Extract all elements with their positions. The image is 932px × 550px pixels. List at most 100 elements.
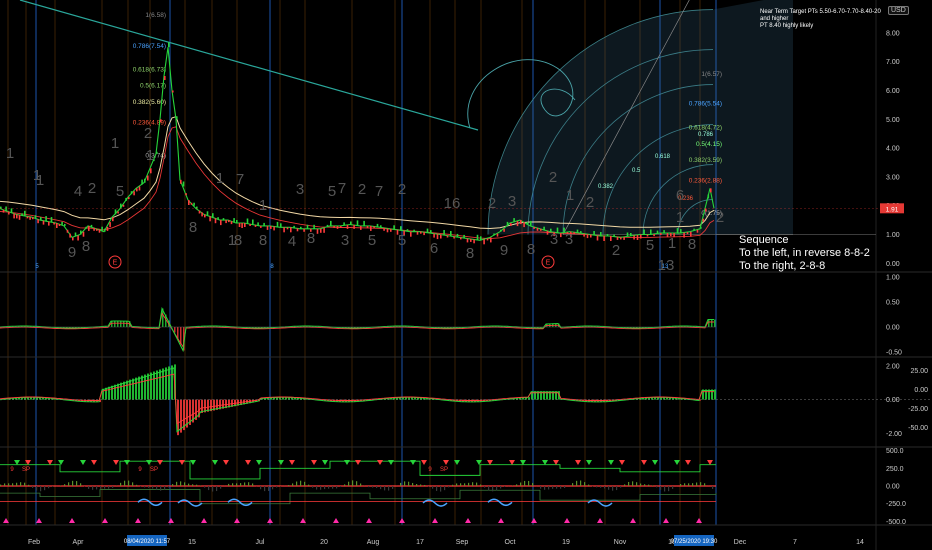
- signal-histogram-bar: [480, 484, 482, 486]
- signal-triangle: [399, 518, 405, 523]
- signal-histogram-bar: [552, 486, 554, 489]
- wave-count-label: 3: [296, 181, 304, 198]
- price-candle: [326, 224, 329, 227]
- macd-histogram-bar: [105, 387, 107, 400]
- wave-count-label: 3: [550, 231, 558, 248]
- price-candle: [583, 233, 585, 237]
- price-candle: [120, 203, 122, 209]
- price-candle: [8, 211, 10, 215]
- macd-histogram-bar: [156, 370, 158, 400]
- price-candle: [463, 234, 465, 238]
- signal-histogram-bar: [652, 485, 654, 486]
- price-candle: [204, 214, 206, 218]
- signal-histogram-bar: [400, 482, 402, 486]
- price-candle: [300, 226, 302, 229]
- price-candle: [346, 224, 349, 229]
- price-candle: [249, 224, 251, 226]
- signal-histogram-bar: [424, 484, 426, 486]
- price-candle: [53, 222, 55, 225]
- signal-histogram-bar: [36, 486, 38, 491]
- price-candle: [663, 230, 665, 234]
- signal-triangle: [179, 460, 185, 465]
- signal-triangle: [289, 460, 295, 465]
- wave-count-label: 8: [189, 219, 197, 236]
- price-candle: [106, 226, 109, 231]
- wave-count-label: 1: [259, 197, 267, 214]
- price-candle: [543, 226, 545, 230]
- annotation-line: PT 8.40 highly likely: [760, 23, 814, 29]
- signal-histogram-bar: [644, 484, 646, 486]
- signal-triangle: [553, 460, 559, 465]
- signal-histogram-bar: [160, 486, 162, 491]
- wave-count-label: 2: [488, 195, 496, 212]
- price-candle: [293, 225, 295, 228]
- signal-histogram-bar: [640, 483, 642, 486]
- signal-histogram-bar: [440, 486, 442, 492]
- signal-histogram-bar: [680, 484, 682, 486]
- event-marker-label: E: [113, 260, 118, 267]
- signal-histogram-bar: [616, 486, 618, 491]
- signal-triangle: [586, 460, 592, 465]
- signal-triangle: [520, 460, 526, 465]
- price-candle: [144, 178, 146, 183]
- price-candle: [241, 223, 243, 228]
- fan-level-label: 0.786: [698, 132, 714, 138]
- price-candle: [266, 225, 269, 230]
- price-candle: [222, 218, 225, 221]
- signal-histogram-bar: [124, 480, 126, 486]
- price-candle: [410, 231, 412, 237]
- price-candle: [72, 237, 74, 241]
- signal-histogram-bar: [276, 486, 278, 488]
- wave-count-label: 6: [430, 240, 438, 257]
- price-candle: [705, 208, 707, 212]
- signal-triangle: [245, 460, 251, 465]
- signal-triangle: [234, 518, 240, 523]
- price-candle: [303, 228, 305, 232]
- price-candle: [66, 229, 69, 233]
- wave-count-label: 2: [144, 125, 152, 142]
- signal-histogram-bar: [476, 482, 478, 486]
- price-candle: [702, 218, 705, 222]
- macd-histogram-bar: [165, 367, 167, 400]
- signal-triangle: [135, 518, 141, 523]
- fib-level-label-right: 0.5(4.15): [696, 141, 722, 148]
- price-candle: [254, 224, 257, 227]
- signal-histogram-bar: [204, 486, 206, 488]
- price-candle: [510, 223, 512, 226]
- price-candle: [156, 151, 158, 154]
- annotation-line: To the right, 2-8-8: [739, 260, 826, 272]
- price-candle: [273, 226, 275, 231]
- macd-histogram-bar: [714, 389, 716, 400]
- signal-histogram-bar: [140, 486, 142, 487]
- price-candle: [168, 42, 170, 48]
- oscillator-bar: [123, 321, 125, 327]
- price-candle: [112, 217, 114, 222]
- signal-wave: [227, 498, 253, 507]
- signal-histogram-bar: [328, 486, 330, 489]
- signal-histogram-bar: [468, 482, 470, 486]
- signal-histogram-bar: [260, 486, 262, 490]
- signal-histogram-bar: [212, 486, 214, 492]
- fib-level-label-left: 0.618(6.73): [133, 66, 166, 73]
- wave-count-label: 1: [36, 172, 44, 189]
- signal-histogram-bar: [548, 486, 550, 490]
- currency-badge[interactable]: USD: [888, 6, 909, 15]
- signal-histogram-bar: [368, 486, 370, 488]
- macd-histogram-bar: [117, 383, 119, 400]
- price-candle: [109, 222, 111, 228]
- price-candle: [480, 236, 482, 241]
- signal-histogram-bar: [88, 486, 90, 489]
- signal-triangle: [531, 518, 537, 523]
- price-candle: [616, 236, 619, 240]
- price-candle: [363, 220, 365, 226]
- fib-level-label-left: 1(6.58): [145, 12, 166, 19]
- price-candle: [580, 231, 582, 234]
- oscillator-bar: [120, 321, 122, 327]
- price-candle: [373, 226, 375, 229]
- x-axis-tick: Feb: [28, 539, 40, 546]
- signal-histogram-bar: [24, 482, 26, 486]
- signal-histogram-bar: [672, 486, 674, 489]
- signal-triangle: [333, 518, 339, 523]
- signal-triangle: [432, 518, 438, 523]
- signal-histogram-bar: [580, 480, 582, 486]
